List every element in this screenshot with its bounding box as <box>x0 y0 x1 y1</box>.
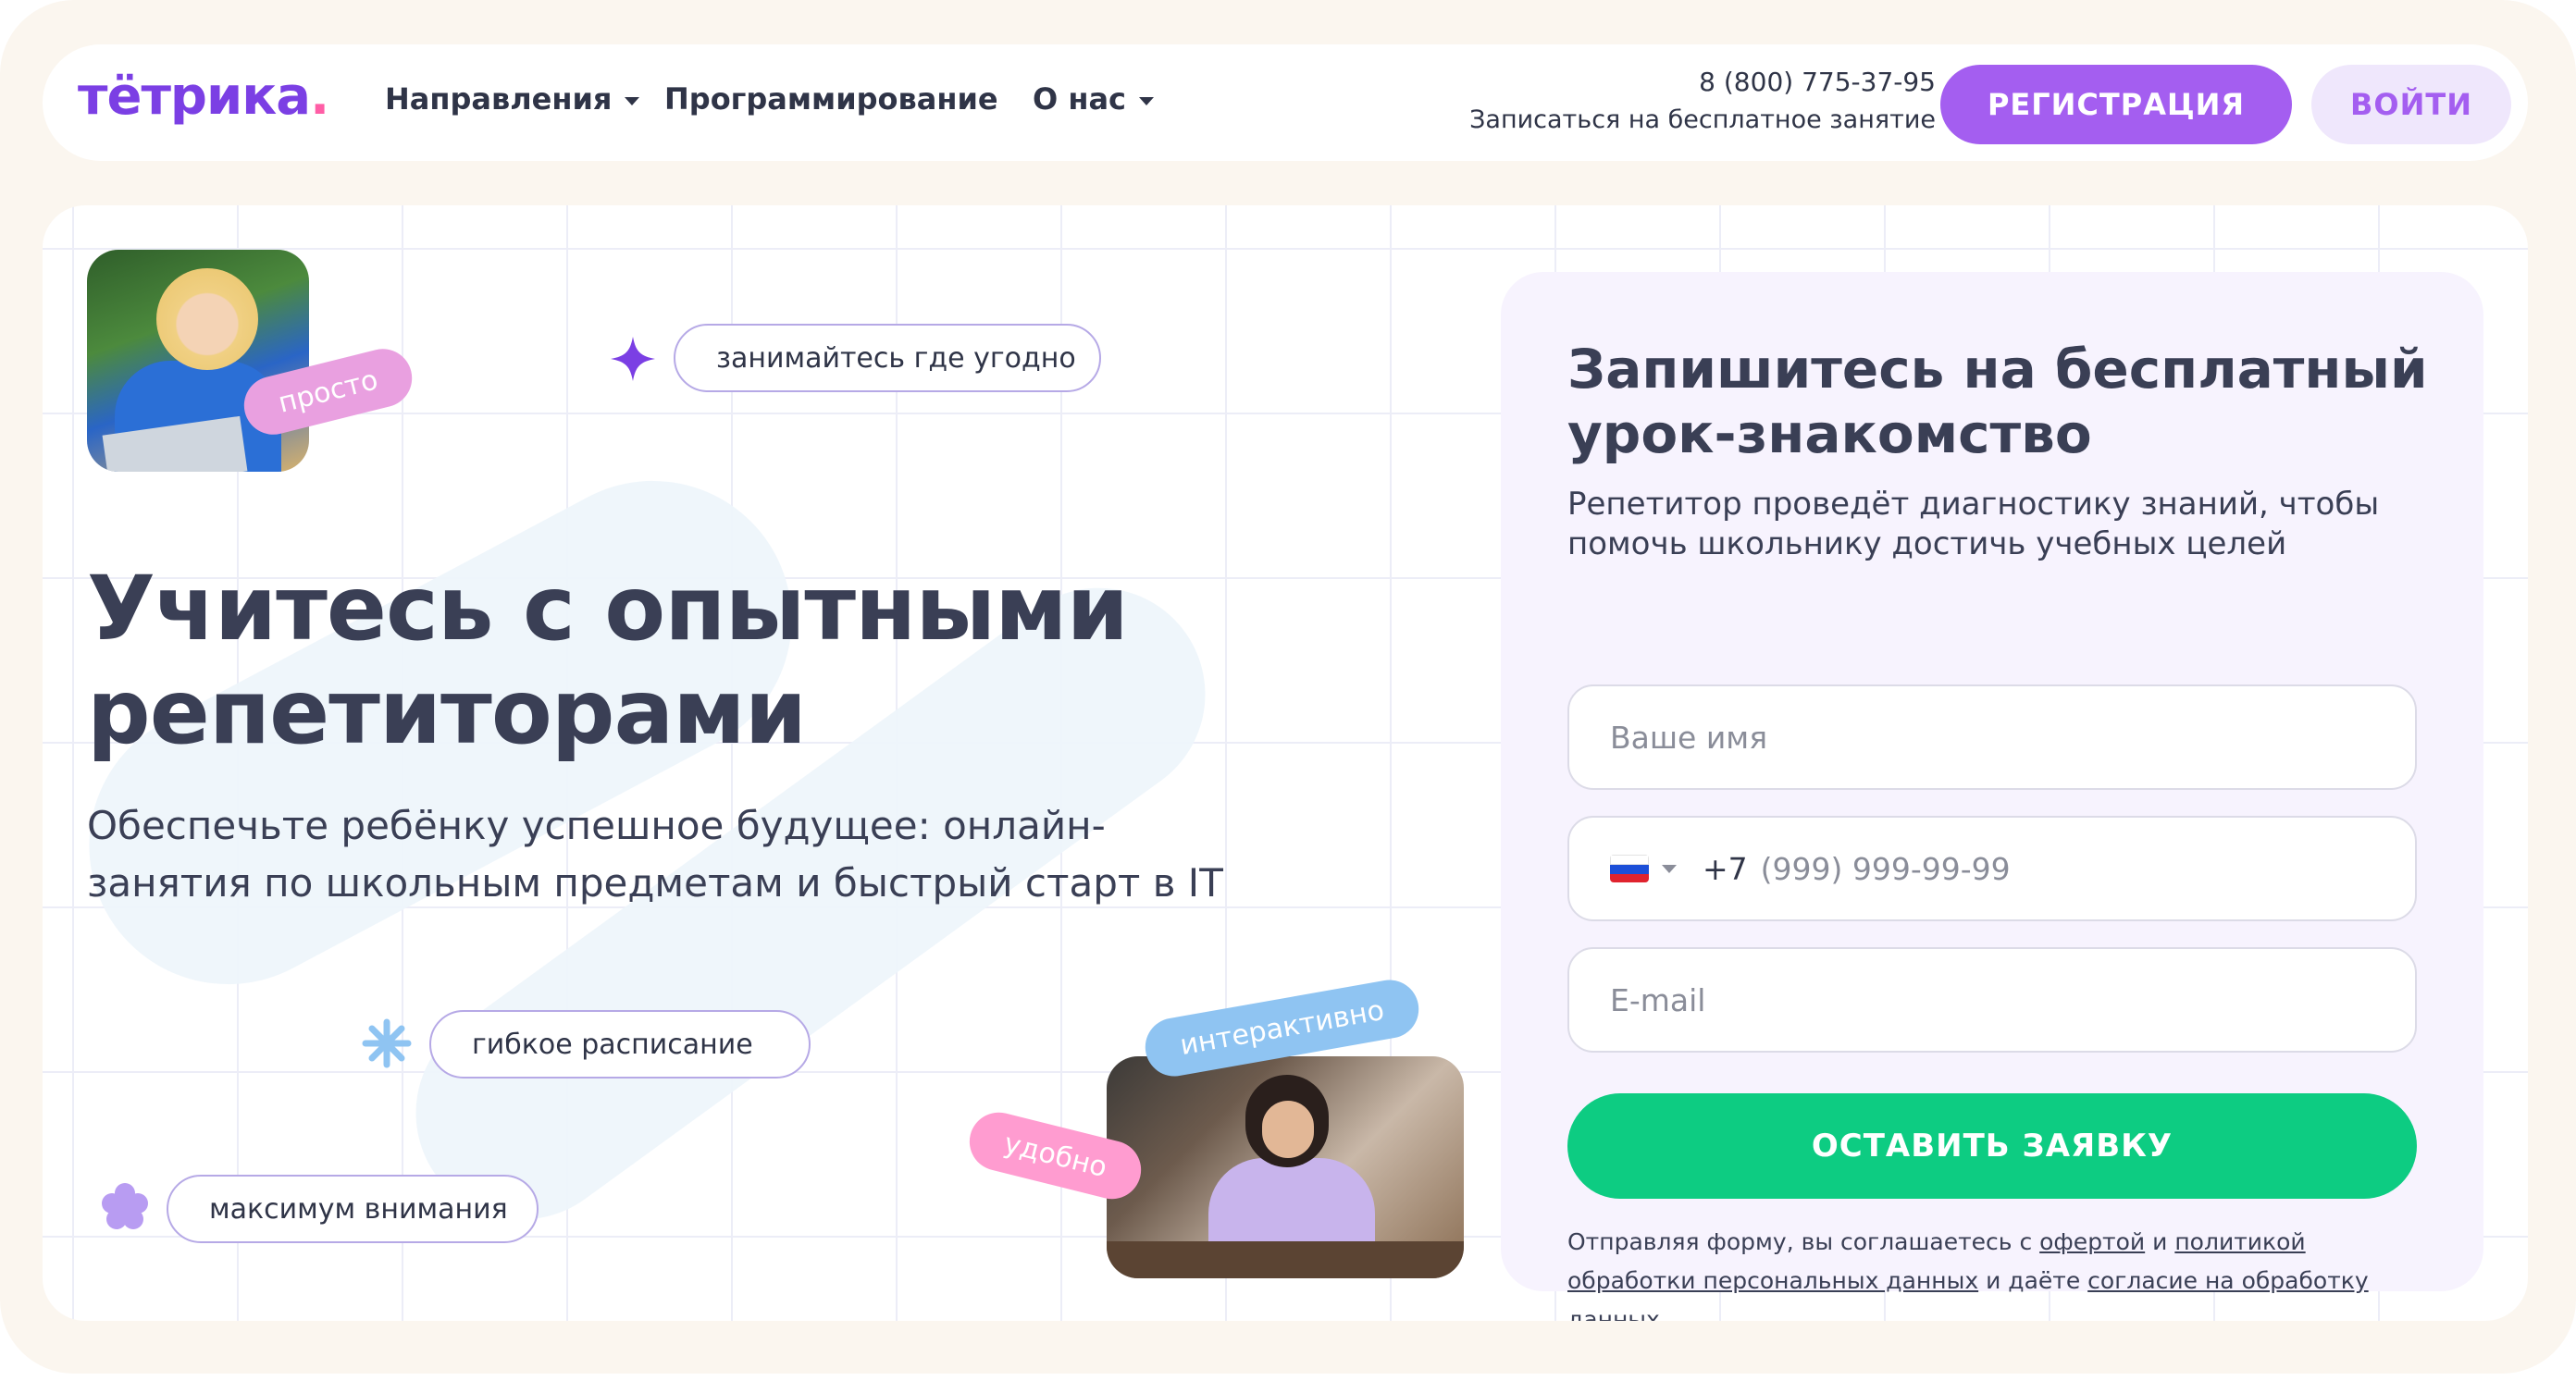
nav-item-programming[interactable]: Программирование <box>664 81 998 117</box>
email-placeholder: E-mail <box>1610 981 1706 1018</box>
legal-text-part: и даёте <box>1978 1267 2088 1294</box>
pill-anywhere: занимайтесь где угодно <box>674 324 1101 392</box>
pill-flexible-schedule: гибкое расписание <box>429 1010 811 1079</box>
phone-code: +7 <box>1703 850 1748 887</box>
flower-icon <box>102 1183 148 1229</box>
boy-photo <box>87 250 309 472</box>
logo[interactable]: тётрика. <box>78 67 329 127</box>
login-button[interactable]: ВОЙТИ <box>2311 65 2511 144</box>
form-subtitle: Репетитор проведёт диагностику знаний, ч… <box>1567 486 2380 562</box>
pill-max-attention: максимум внимания <box>167 1175 539 1243</box>
asterisk-icon <box>362 1018 412 1068</box>
legal-text: Отправляя форму, вы соглашаетесь с оферт… <box>1567 1223 2437 1321</box>
chevron-down-icon <box>1139 96 1155 105</box>
submit-button[interactable]: ОСТАВИТЬ ЗАЯВКУ <box>1567 1093 2417 1199</box>
phone-input[interactable]: +7 (999) 999-99-99 <box>1567 816 2417 921</box>
offer-link[interactable]: офертой <box>2039 1228 2145 1255</box>
nav-item-label: О нас <box>1033 81 1127 117</box>
signup-form: Запишитесь на бесплатный урок-знакомство… <box>1501 272 2483 1321</box>
nav-item-directions[interactable]: Направления <box>385 81 640 117</box>
legal-text-part: Отправляя форму, вы соглашаетесь с <box>1567 1228 2040 1255</box>
sparkle-icon <box>611 337 655 381</box>
nav-item-about[interactable]: О нас <box>1033 81 1155 117</box>
email-input[interactable]: E-mail <box>1567 947 2417 1053</box>
girl-photo <box>1107 1056 1464 1278</box>
chevron-down-icon <box>625 96 640 105</box>
form-title: Запишитесь на бесплатный урок-знакомство <box>1567 338 2428 465</box>
legal-text-part: и <box>2145 1228 2175 1255</box>
hero-subtitle: Обеспечьте ребёнку успешное будущее: онл… <box>87 803 1223 906</box>
nav-item-label: Направления <box>385 81 613 117</box>
top-navigation: тётрика. Направления Программирование О … <box>43 44 2528 161</box>
hero-card: просто занимайтесь где угодно Учитесь с … <box>43 205 2528 1321</box>
name-input[interactable]: Ваше имя <box>1567 684 2417 790</box>
chevron-down-icon[interactable] <box>1662 864 1677 873</box>
hero-title: Учитесь с опытными репетиторами <box>87 557 1129 764</box>
name-placeholder: Ваше имя <box>1610 719 1768 756</box>
phone-number[interactable]: 8 (800) 775-37-95 <box>1699 67 1936 97</box>
free-lesson-link[interactable]: Записаться на бесплатное занятие <box>1469 105 1936 134</box>
russia-flag-icon[interactable] <box>1610 855 1649 882</box>
nav-item-label: Программирование <box>664 81 998 117</box>
register-button[interactable]: РЕГИСТРАЦИЯ <box>1940 65 2292 144</box>
phone-placeholder: (999) 999-99-99 <box>1760 850 2011 887</box>
